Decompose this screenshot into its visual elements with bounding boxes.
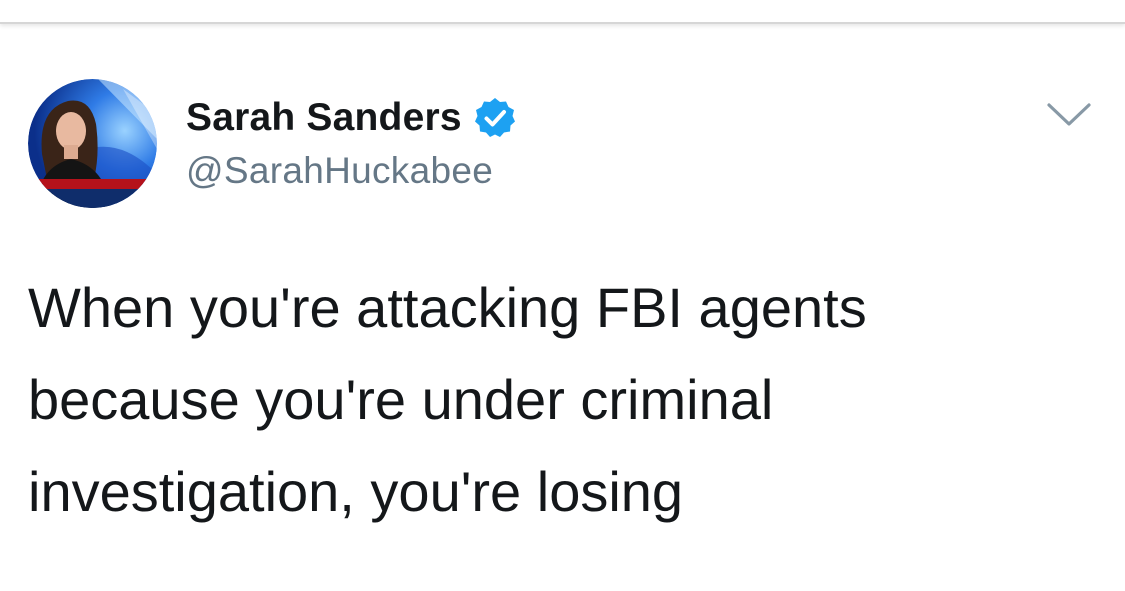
tweet-text: When you're attacking FBI agents because… xyxy=(28,262,1088,538)
chevron-down-icon[interactable] xyxy=(1045,100,1093,130)
avatar[interactable] xyxy=(28,79,157,208)
profile-photo-icon xyxy=(28,79,157,208)
tweet-text-line: When you're attacking FBI agents xyxy=(28,276,867,339)
tweet-text-line: because you're under criminal xyxy=(28,368,774,431)
verified-badge-icon xyxy=(474,98,515,137)
top-divider xyxy=(0,0,1125,24)
author-name-row[interactable]: Sarah Sanders xyxy=(186,96,517,140)
display-name[interactable]: Sarah Sanders xyxy=(186,96,462,140)
author-handle[interactable]: @SarahHuckabee xyxy=(186,150,493,192)
tweet-screen: Sarah Sanders @SarahHuckabee When you're… xyxy=(0,0,1125,591)
tweet-text-line: investigation, you're losing xyxy=(28,460,684,523)
